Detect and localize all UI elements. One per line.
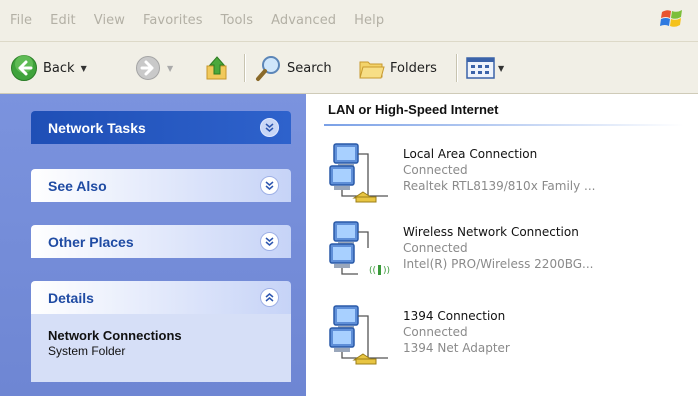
toolbar-separator bbox=[456, 54, 458, 82]
menu-tools[interactable]: Tools bbox=[221, 13, 254, 28]
1394-connection-icon bbox=[329, 305, 388, 365]
task-pane: Network Tasks See Also Other Places Deta… bbox=[0, 94, 306, 396]
see-also-group: See Also bbox=[31, 169, 291, 202]
search-icon bbox=[256, 56, 280, 81]
details-title: Details bbox=[48, 289, 94, 306]
connection-device: Realtek RTL8139/810x Family ... bbox=[403, 179, 596, 193]
views-icon bbox=[466, 57, 495, 79]
menu-help[interactable]: Help bbox=[354, 13, 384, 28]
forward-dropdown-icon[interactable]: ▼ bbox=[167, 64, 173, 73]
connection-name: 1394 Connection bbox=[403, 309, 506, 323]
connection-name: Local Area Connection bbox=[403, 147, 538, 161]
back-label: Back bbox=[43, 60, 75, 76]
up-folder-button[interactable] bbox=[204, 42, 230, 94]
svg-text:)): )) bbox=[383, 266, 390, 276]
search-button[interactable]: Search bbox=[255, 42, 332, 94]
connection-text: Local Area Connection Connected Realtek … bbox=[403, 146, 595, 194]
windows-logo-icon bbox=[660, 10, 682, 27]
see-also-header[interactable]: See Also bbox=[31, 169, 291, 202]
section-title: LAN or High-Speed Internet bbox=[328, 102, 499, 117]
toolbar: Back ▼ ▼ Search Folders ▼ bbox=[0, 42, 698, 94]
network-tasks-title: Network Tasks bbox=[48, 119, 146, 136]
connection-text: 1394 Connection Connected 1394 Net Adapt… bbox=[403, 308, 510, 356]
connection-item[interactable]: (( )) Wireless Network Connection Connec… bbox=[328, 218, 698, 288]
svg-text:((: (( bbox=[369, 266, 376, 276]
connection-item[interactable]: 1394 Connection Connected 1394 Net Adapt… bbox=[328, 302, 698, 372]
menu-favorites[interactable]: Favorites bbox=[143, 13, 203, 28]
menu-advanced[interactable]: Advanced bbox=[271, 13, 336, 28]
menu-edit[interactable]: Edit bbox=[50, 13, 76, 28]
menu-view[interactable]: View bbox=[94, 13, 125, 28]
details-header[interactable]: Details bbox=[31, 281, 291, 314]
views-button[interactable]: ▼ bbox=[466, 42, 504, 94]
back-arrow-icon bbox=[11, 55, 37, 81]
expand-chevron-icon[interactable] bbox=[260, 232, 279, 251]
folders-icon bbox=[359, 61, 385, 79]
network-tasks-header[interactable]: Network Tasks bbox=[31, 111, 291, 144]
folders-label: Folders bbox=[390, 60, 437, 76]
toolbar-separator bbox=[244, 54, 246, 82]
other-places-header[interactable]: Other Places bbox=[31, 225, 291, 258]
connection-item[interactable]: Local Area Connection Connected Realtek … bbox=[328, 140, 698, 210]
details-type: System Folder bbox=[48, 344, 126, 358]
connection-status: Connected bbox=[403, 163, 468, 177]
search-label: Search bbox=[287, 60, 332, 76]
lan-connection-icon bbox=[329, 143, 388, 203]
views-dropdown-icon[interactable]: ▼ bbox=[498, 64, 504, 73]
other-places-title: Other Places bbox=[48, 233, 134, 250]
back-dropdown-icon[interactable]: ▼ bbox=[81, 64, 87, 73]
expand-chevron-icon[interactable] bbox=[260, 176, 279, 195]
collapse-chevron-icon[interactable] bbox=[260, 288, 279, 307]
folders-button[interactable]: Folders bbox=[358, 42, 437, 94]
connection-status: Connected bbox=[403, 325, 468, 339]
back-button[interactable]: Back ▼ bbox=[10, 42, 87, 94]
details-name: Network Connections bbox=[48, 328, 182, 343]
details-group: Details Network Connections System Folde… bbox=[31, 281, 291, 382]
connection-status: Connected bbox=[403, 241, 468, 255]
forward-arrow-icon bbox=[136, 56, 160, 80]
see-also-title: See Also bbox=[48, 177, 107, 194]
forward-button[interactable]: ▼ bbox=[135, 42, 173, 94]
connection-text: Wireless Network Connection Connected In… bbox=[403, 224, 593, 272]
connection-device: 1394 Net Adapter bbox=[403, 341, 510, 355]
network-tasks-group: Network Tasks bbox=[31, 111, 291, 144]
connection-device: Intel(R) PRO/Wireless 2200BG... bbox=[403, 257, 594, 271]
details-body: Network Connections System Folder bbox=[31, 314, 291, 382]
menu-bar: File Edit View Favorites Tools Advanced … bbox=[0, 0, 698, 42]
expand-chevron-icon[interactable] bbox=[260, 118, 279, 137]
other-places-group: Other Places bbox=[31, 225, 291, 258]
connection-name: Wireless Network Connection bbox=[403, 225, 579, 239]
content-pane: LAN or High-Speed Internet Local Area Co… bbox=[306, 94, 698, 396]
menu-file[interactable]: File bbox=[10, 13, 32, 28]
wireless-connection-icon: (( )) bbox=[329, 221, 390, 276]
up-folder-icon bbox=[206, 56, 227, 80]
section-divider bbox=[324, 124, 684, 126]
